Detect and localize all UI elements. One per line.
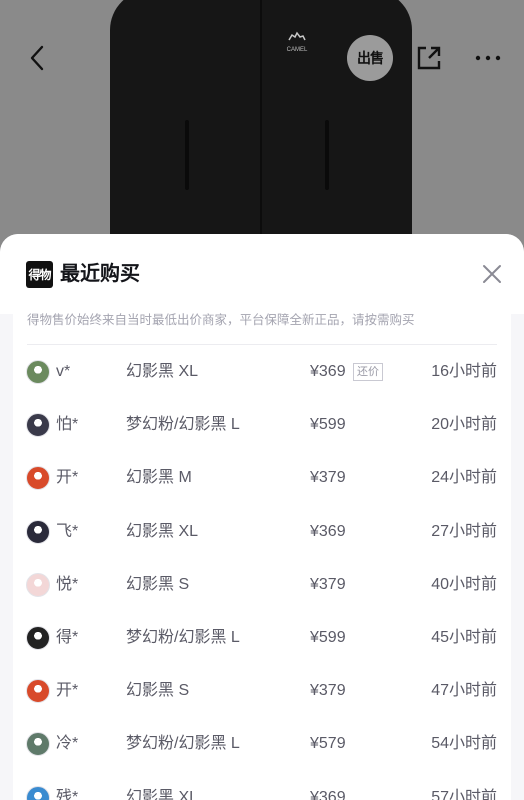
sheet-title: 最近购买 (60, 263, 140, 285)
list-item: 悦* 幻影黑 S ¥379 40小时前 (13, 558, 511, 611)
recent-purchases-sheet: 得物 最近购买 得物售价始终来自当时最低出价商家，平台保障全新正品，请按需购买 … (0, 234, 524, 800)
product-spec: 幻影黑 XL (126, 363, 199, 380)
close-button[interactable] (476, 258, 508, 290)
purchase-time: 54小时前 (431, 735, 497, 753)
dewu-logo: 得物 (26, 261, 53, 288)
list-item: 冷* 梦幻粉/幻影黑 L ¥579 54小时前 (13, 717, 511, 770)
purchase-time: 47小时前 (431, 682, 497, 700)
avatar (26, 785, 50, 800)
sell-button[interactable]: 出售 (347, 35, 393, 81)
price: ¥379 (310, 469, 346, 487)
list-item: 得* 梦幻粉/幻影黑 L ¥599 45小时前 (13, 611, 511, 664)
more-dots-icon (475, 55, 501, 61)
buyer-name: 得* (56, 628, 79, 646)
product-spec: 梦幻粉/幻影黑 L (126, 416, 240, 434)
buyer-name: 冷* (56, 735, 79, 753)
buyer-name: v* (56, 363, 71, 380)
purchase-time: 45小时前 (431, 628, 497, 646)
sell-label: 出售 (357, 50, 384, 66)
list-item: 开* 幻影黑 M ¥379 24小时前 (13, 451, 511, 504)
avatar (26, 732, 50, 757)
jacket-pocket-right (325, 120, 329, 190)
buyer-name: 飞* (56, 522, 79, 540)
back-button[interactable] (14, 35, 60, 81)
product-spec: 幻影黑 XL (126, 788, 199, 800)
jacket-zip (260, 0, 262, 250)
price: ¥599 (310, 628, 346, 646)
avatar (26, 625, 50, 650)
product-spec: 梦幻粉/幻影黑 L (126, 628, 240, 646)
purchase-list-card: 得物售价始终来自当时最低出价商家，平台保障全新正品，请按需购买 v* 幻影黑 XL… (13, 313, 511, 800)
purchase-time: 16小时前 (431, 363, 497, 380)
buyer-name: 开* (56, 469, 79, 487)
price-notice: 得物售价始终来自当时最低出价商家，平台保障全新正品，请按需购买 (27, 313, 415, 327)
price: ¥379 (310, 575, 346, 593)
price: ¥379 (310, 682, 346, 700)
close-icon (483, 265, 501, 283)
product-spec: 幻影黑 XL (126, 522, 199, 540)
sheet-header: 得物 最近购买 (0, 234, 524, 314)
price: ¥369 (310, 522, 346, 540)
jacket-pocket-left (185, 120, 189, 190)
chevron-left-icon (30, 45, 44, 71)
share-button[interactable] (406, 35, 452, 81)
avatar (26, 519, 50, 544)
share-icon (417, 46, 441, 70)
purchase-time: 20小时前 (431, 416, 497, 434)
list-item: 残* 幻影黑 XL ¥369 57小时前 (13, 771, 511, 800)
bargain-tag: 还价 (353, 363, 383, 381)
product-spec: 幻影黑 S (126, 575, 190, 593)
purchase-time: 40小时前 (431, 575, 497, 593)
buyer-name: 怕* (56, 416, 79, 434)
purchase-list[interactable]: v* 幻影黑 XL ¥369 还价 16小时前怕* 梦幻粉/幻影黑 L ¥599 20小时前开… (13, 345, 511, 800)
avatar (26, 466, 50, 491)
price: ¥579 (310, 735, 346, 753)
avatar (26, 413, 50, 438)
more-button[interactable] (465, 35, 511, 81)
purchase-time: 27小时前 (431, 522, 497, 540)
list-item: 怕* 梦幻粉/幻影黑 L ¥599 20小时前 (13, 398, 511, 451)
avatar (26, 572, 50, 597)
purchase-time: 57小时前 (431, 788, 497, 800)
price: ¥369 (310, 788, 346, 800)
avatar (26, 679, 50, 704)
buyer-name: 开* (56, 682, 79, 700)
avatar (26, 360, 50, 384)
brand-logo-emblem: CAMEL (285, 30, 309, 54)
list-item: 开* 幻影黑 S ¥379 47小时前 (13, 664, 511, 717)
purchase-time: 24小时前 (431, 469, 497, 487)
price: ¥369 (310, 363, 346, 380)
buyer-name: 残* (56, 788, 79, 800)
buyer-name: 悦* (56, 575, 79, 593)
list-item: 飞* 幻影黑 XL ¥369 27小时前 (13, 505, 511, 558)
price: ¥599 (310, 416, 346, 434)
product-spec: 幻影黑 M (126, 469, 192, 487)
product-spec: 梦幻粉/幻影黑 L (126, 735, 240, 753)
logo-text: CAMEL (286, 47, 308, 53)
camel-logo-icon (288, 31, 306, 41)
product-spec: 幻影黑 S (126, 682, 190, 700)
list-item: v* 幻影黑 XL ¥369 还价 16小时前 (13, 345, 511, 398)
